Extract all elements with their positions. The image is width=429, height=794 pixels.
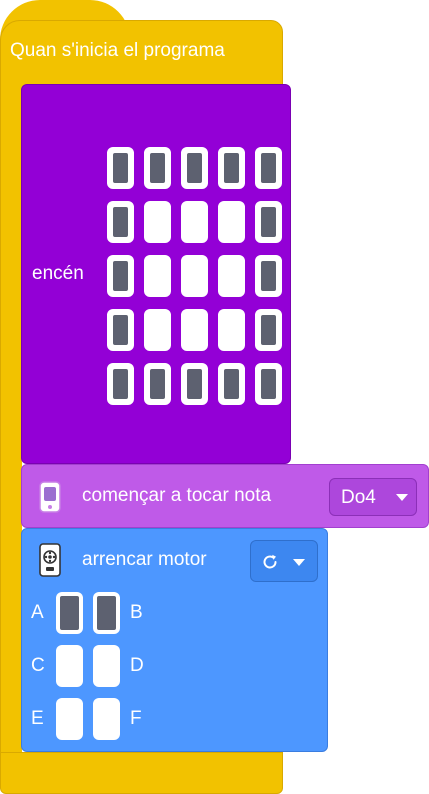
port-label: B: [130, 602, 143, 623]
port-label: A: [31, 602, 44, 623]
note-dropdown[interactable]: Do4: [329, 478, 417, 516]
port-label: D: [130, 655, 144, 676]
led-cell[interactable]: [144, 201, 171, 243]
led-cell[interactable]: [218, 201, 245, 243]
led-cell[interactable]: [218, 363, 245, 405]
motor-port-e[interactable]: [56, 698, 83, 740]
led-cell[interactable]: [255, 363, 282, 405]
led-cell[interactable]: [255, 255, 282, 297]
led-cell[interactable]: [144, 255, 171, 297]
motor-port-a[interactable]: [56, 592, 83, 634]
led-cell[interactable]: [181, 147, 208, 189]
led-cell[interactable]: [255, 147, 282, 189]
motor-port-f[interactable]: [93, 698, 120, 740]
port-label: F: [130, 708, 142, 729]
event-block-label: Quan s'inicia el programa: [10, 40, 225, 61]
led-cell[interactable]: [218, 309, 245, 351]
led-cell[interactable]: [181, 309, 208, 351]
led-cell[interactable]: [255, 309, 282, 351]
led-cell[interactable]: [107, 309, 134, 351]
motor-icon: [39, 543, 61, 577]
led-cell[interactable]: [144, 147, 171, 189]
led-cell[interactable]: [107, 363, 134, 405]
motor-port-c[interactable]: [56, 645, 83, 687]
chevron-down-icon: [293, 559, 305, 566]
event-block-arm: [0, 88, 22, 768]
led-block-label: encén: [32, 263, 84, 284]
motor-port-d[interactable]: [93, 645, 120, 687]
play-note-label: començar a tocar nota: [82, 485, 272, 506]
led-cell[interactable]: [255, 201, 282, 243]
port-label: C: [31, 655, 45, 676]
clockwise-icon: [263, 554, 277, 569]
led-cell[interactable]: [181, 363, 208, 405]
led-cell[interactable]: [107, 201, 134, 243]
motor-port-b[interactable]: [93, 592, 120, 634]
led-cell[interactable]: [107, 147, 134, 189]
chevron-down-icon: [396, 494, 408, 501]
note-dropdown-value: Do4: [341, 487, 376, 508]
led-cell[interactable]: [181, 255, 208, 297]
event-block-bottom: [0, 752, 283, 794]
led-cell[interactable]: [218, 147, 245, 189]
led-cell[interactable]: [181, 201, 208, 243]
led-cell[interactable]: [107, 255, 134, 297]
direction-dropdown[interactable]: [250, 540, 318, 582]
start-motor-label: arrencar motor: [82, 549, 207, 570]
led-cell[interactable]: [218, 255, 245, 297]
port-label: E: [31, 708, 44, 729]
led-cell[interactable]: [144, 309, 171, 351]
speaker-icon: [39, 481, 61, 513]
led-cell[interactable]: [144, 363, 171, 405]
